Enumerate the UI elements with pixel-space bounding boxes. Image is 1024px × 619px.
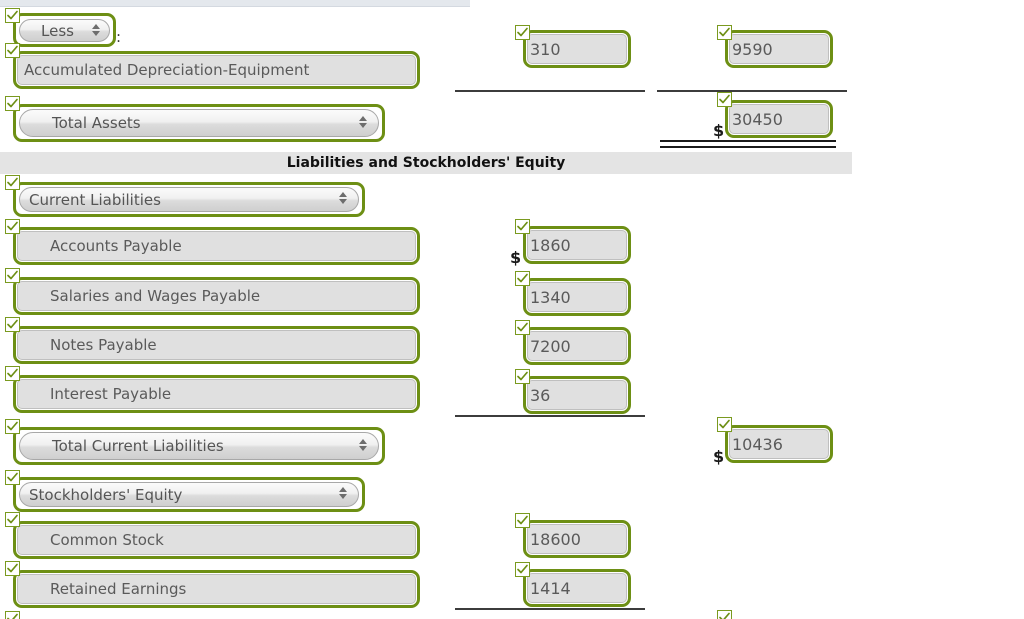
check-icon: [517, 322, 528, 332]
check-icon: [7, 514, 18, 524]
checkbox-less-select: [5, 8, 20, 23]
stockholders-equity-select[interactable]: Stockholders' Equity: [19, 482, 359, 507]
check-icon: [517, 27, 528, 37]
checkbox-next-row-label: [5, 611, 20, 619]
check-icon: [7, 421, 18, 431]
total-current-liabilities-select-label: Total Current Liabilities: [52, 437, 224, 455]
check-icon: [719, 94, 730, 104]
subtotal-rule-equity: [455, 608, 645, 610]
checkbox-row-amount-2: [515, 320, 530, 335]
total-current-liabilities-select[interactable]: Total Current Liabilities: [19, 432, 379, 460]
checkbox-accumulated-depreciation-amount: [515, 25, 530, 40]
stepper-arrows-icon: [359, 116, 367, 128]
subtotal-rule-current-liabilities: [455, 415, 645, 417]
liability-label-input-1[interactable]: [17, 281, 416, 311]
checkbox-equity-amount-0: [515, 513, 530, 528]
checkbox-row-label-1: [5, 268, 20, 283]
less-colon: :: [116, 28, 122, 46]
checkbox-equity-label-0: [5, 512, 20, 527]
equity-amount-input-0[interactable]: [527, 524, 627, 554]
checkbox-stockholders-equity-select: [5, 470, 20, 485]
checkbox-equity-label-1: [5, 561, 20, 576]
checkbox-equity-amount-1: [515, 562, 530, 577]
section-banner-liabilities-equity: Liabilities and Stockholders' Equity: [0, 152, 852, 174]
liability-amount-input-2[interactable]: [527, 331, 627, 361]
total-assets-select[interactable]: Total Assets: [19, 109, 379, 137]
liability-amount-input-3[interactable]: [527, 380, 627, 410]
check-icon: [517, 564, 528, 574]
current-liabilities-select-label: Current Liabilities: [29, 190, 161, 209]
equity-label-input-0[interactable]: [17, 525, 416, 555]
liability-label-input-3[interactable]: [17, 379, 416, 409]
checkbox-current-liabilities-select: [5, 175, 20, 190]
check-icon: [7, 221, 18, 231]
equity-label-input-1[interactable]: [17, 574, 416, 604]
checkbox-row-label-3: [5, 366, 20, 381]
stepper-arrows-icon: [339, 487, 347, 499]
check-icon: [7, 319, 18, 329]
subtotal-rule-assets-right: [657, 90, 847, 92]
less-select-label: Less: [41, 21, 74, 40]
check-icon: [517, 221, 528, 231]
check-icon: [7, 472, 18, 482]
checkbox-row-amount-3: [515, 369, 530, 384]
check-icon: [7, 368, 18, 378]
liability-label-input-2[interactable]: [17, 330, 416, 360]
check-icon: [7, 45, 18, 55]
check-icon: [7, 10, 18, 20]
checkbox-row-amount-0: [515, 219, 530, 234]
checkbox-total-assets-amount: [717, 92, 732, 107]
stockholders-equity-select-label: Stockholders' Equity: [29, 485, 183, 504]
partial-row-above: [0, 0, 470, 7]
checkbox-row-amount-1: [515, 271, 530, 286]
check-icon: [517, 371, 528, 381]
total-current-liabilities-amount-input[interactable]: [729, 429, 829, 459]
balance-sheet-worksheet: Less : Total Assets: [0, 0, 1024, 619]
checkbox-accumulated-depreciation: [5, 43, 20, 58]
check-icon: [7, 270, 18, 280]
checkbox-total-assets-select: [5, 96, 20, 111]
check-icon: [7, 563, 18, 573]
stepper-arrows-icon: [359, 439, 367, 451]
current-liabilities-select[interactable]: Current Liabilities: [19, 187, 359, 212]
check-icon: [7, 98, 18, 108]
check-icon: [7, 613, 18, 619]
checkbox-total-current-liabilities-select: [5, 419, 20, 434]
checkbox-row-label-0: [5, 219, 20, 234]
check-icon: [719, 419, 730, 429]
accumulated-depreciation-label-input[interactable]: [17, 55, 416, 85]
checkbox-equipment-net-amount: [717, 25, 732, 40]
check-icon: [719, 27, 730, 37]
check-icon: [517, 515, 528, 525]
check-icon: [7, 177, 18, 187]
checkbox-total-current-liabilities-amount: [717, 417, 732, 432]
total-assets-amount-input[interactable]: [729, 104, 829, 134]
dollar-sign-total-current-liabilities: $: [713, 447, 725, 466]
accumulated-depreciation-amount-input[interactable]: [527, 34, 627, 64]
total-assets-select-label: Total Assets: [52, 114, 141, 132]
check-icon: [517, 273, 528, 283]
grand-total-double-rule: [660, 140, 836, 148]
equipment-net-amount-input[interactable]: [729, 34, 829, 64]
checkbox-next-row-amount: [717, 610, 732, 619]
equity-amount-input-1[interactable]: [527, 573, 627, 603]
check-icon: [719, 612, 730, 619]
liability-amount-input-0[interactable]: [527, 230, 627, 260]
liability-label-input-0[interactable]: [17, 231, 416, 261]
stepper-arrows-icon: [92, 24, 100, 36]
dollar-sign-total-assets: $: [713, 121, 725, 140]
liability-amount-input-1[interactable]: [527, 282, 627, 312]
checkbox-row-label-2: [5, 317, 20, 332]
stepper-arrows-icon: [339, 192, 347, 204]
less-select[interactable]: Less: [19, 19, 110, 42]
dollar-sign-accounts-payable: $: [510, 248, 522, 267]
subtotal-rule-assets-left: [455, 90, 645, 92]
